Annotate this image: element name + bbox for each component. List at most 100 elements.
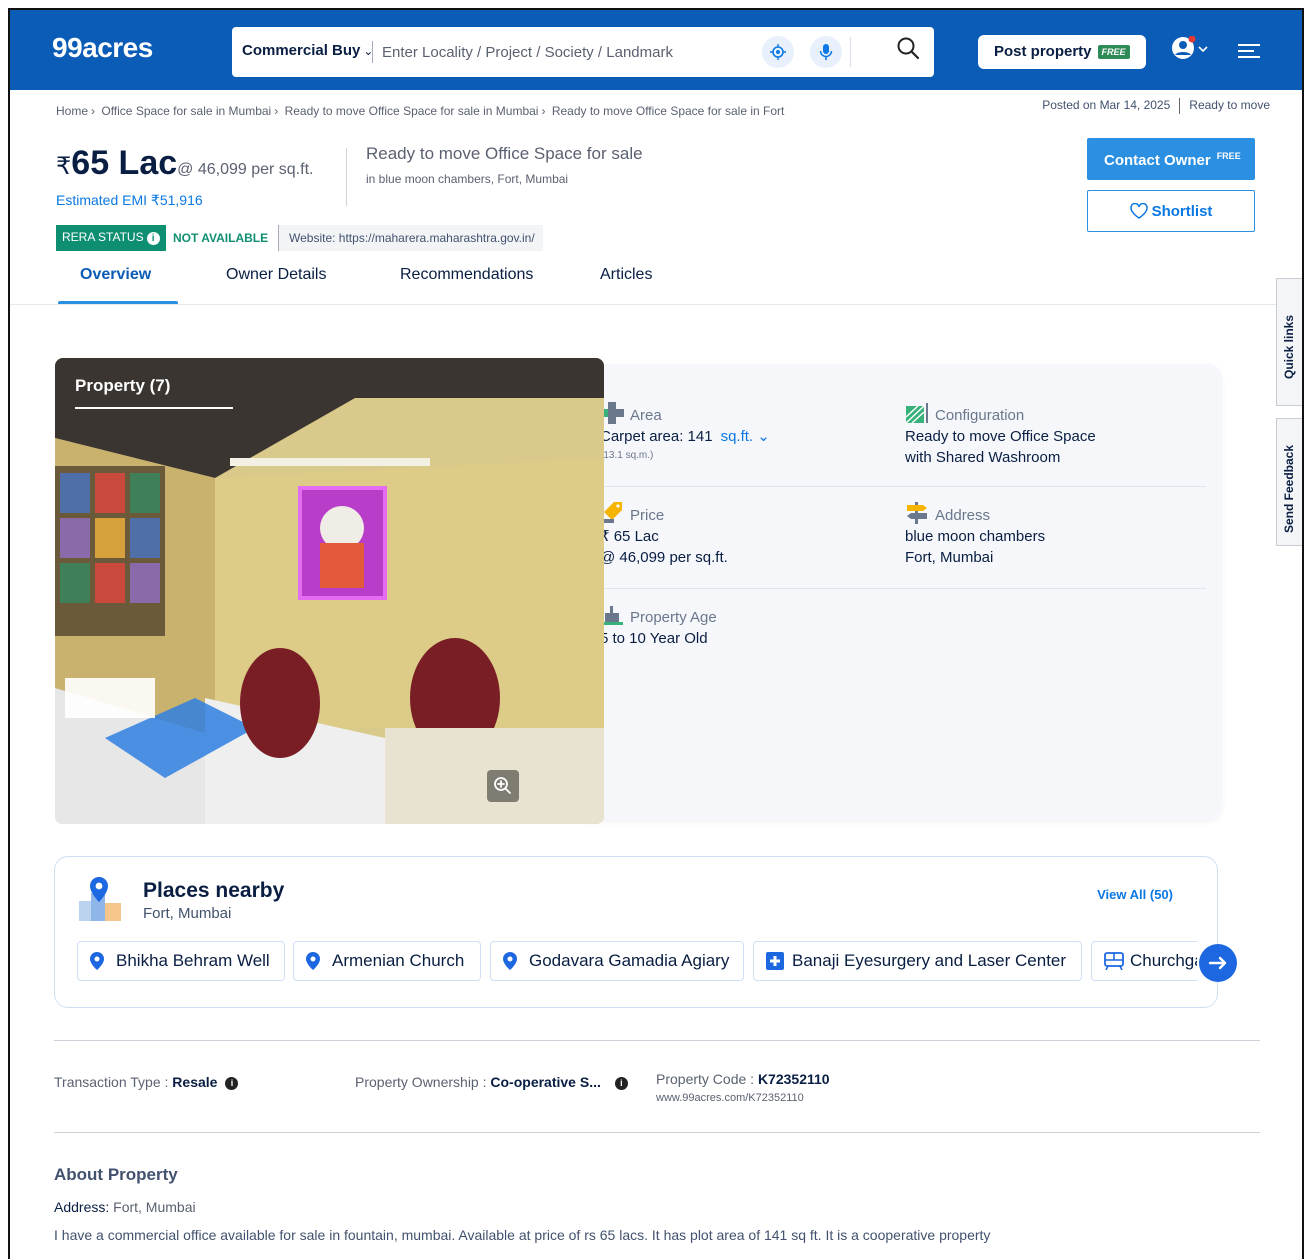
price-block: ₹65 Lac@ 46,099 per sq.ft.	[56, 144, 313, 183]
rera-website[interactable]: Website: https://maharera.maharashtra.go…	[278, 225, 543, 251]
ownership-label: Property Ownership :	[355, 1074, 491, 1090]
breadcrumb-office-mumbai[interactable]: Office Space for sale in Mumbai	[101, 104, 271, 118]
search-type-dropdown[interactable]: Commercial Buy ⌄	[242, 42, 373, 59]
contact-owner-button[interactable]: Contact Owner FREE	[1087, 138, 1255, 180]
places-nearby-title: Places nearby	[143, 879, 285, 902]
about-address: Address: Fort, Mumbai	[54, 1199, 196, 1215]
quick-links-label: Quick links	[1282, 314, 1296, 379]
price-line1: ₹ 65 Lac	[600, 528, 659, 545]
unit-dropdown[interactable]: sq.ft. ⌄	[721, 428, 770, 445]
search-type-label: Commercial Buy	[242, 42, 361, 59]
area-sqm: (13.1 sq.m.)	[600, 450, 654, 461]
about-description: I have a commercial office available for…	[54, 1227, 991, 1243]
office-photo-illustration	[55, 358, 604, 824]
transaction-label: Transaction Type :	[54, 1074, 173, 1090]
property-age-value: 5 to 10 Year Old	[600, 630, 708, 647]
property-details-card: Area Carpet area: 141 sq.ft. ⌄ (13.1 sq.m…	[570, 364, 1222, 820]
place-name: Godavara Gamadia Agiary	[529, 951, 730, 970]
place-name: Bhikha Behram Well	[116, 951, 270, 970]
place-chip[interactable]: Armenian Church	[293, 941, 481, 981]
tab-overview[interactable]: Overview	[80, 266, 151, 284]
property-code-label: Property Code :	[656, 1071, 758, 1087]
divider	[346, 148, 347, 206]
top-header: 99acres Commercial Buy⌄ Post property FRE…	[10, 10, 1302, 90]
listing-title: Ready to move Office Space for sale	[366, 144, 643, 163]
tab-recommendations[interactable]: Recommendations	[400, 266, 533, 284]
about-address-label: Address:	[54, 1199, 114, 1215]
hospital-icon	[766, 952, 784, 970]
send-feedback-tab[interactable]: Send Feedback	[1276, 418, 1302, 546]
map-pin-icon	[79, 877, 121, 921]
info-icon[interactable]: i	[225, 1077, 239, 1090]
property-code-url[interactable]: www.99acres.com/K72352110	[656, 1092, 804, 1104]
location-pin-icon	[306, 952, 320, 970]
logo[interactable]: 99acres	[52, 32, 153, 64]
property-photo[interactable]: Property (7)	[55, 358, 604, 824]
configuration-line2: with Shared Washroom	[905, 449, 1061, 466]
configuration-label: Configuration	[935, 407, 1025, 424]
place-chip[interactable]: Churchgate	[1091, 941, 1197, 981]
place-chip[interactable]: Banaji Eyesurgery and Laser Center	[753, 941, 1082, 981]
post-property-label: Post property	[994, 43, 1092, 60]
places-nearby-location: Fort, Mumbai	[143, 905, 232, 922]
places-chip-list: Bhikha Behram Well Armenian Church Godav…	[77, 941, 1197, 983]
user-account-icon[interactable]	[1170, 36, 1210, 64]
info-icon[interactable]: i	[146, 232, 160, 245]
configuration-line1: Ready to move Office Space	[905, 428, 1096, 445]
shortlist-button[interactable]: Shortlist	[1087, 190, 1255, 232]
transaction-value: Resale	[172, 1074, 218, 1090]
listing-subtitle: in blue moon chambers, Fort, Mumbai	[366, 172, 569, 186]
breadcrumb: Home › Office Space for sale in Mumbai › R…	[56, 104, 785, 118]
signpost-icon	[907, 502, 927, 524]
location-pin-icon	[90, 952, 104, 970]
train-station-icon	[1104, 952, 1124, 970]
estimated-emi-link[interactable]: Estimated EMI ₹51,916	[56, 192, 203, 209]
breadcrumb-home[interactable]: Home	[56, 104, 88, 118]
zoom-in-icon[interactable]	[487, 770, 519, 802]
place-chip[interactable]: Bhikha Behram Well	[77, 941, 285, 981]
address-line2: Fort, Mumbai	[905, 549, 994, 566]
place-name: Churchgate	[1130, 951, 1197, 970]
currency-symbol: ₹	[56, 153, 72, 180]
posted-info: Posted on Mar 14, 2025 Ready to move	[1042, 98, 1270, 114]
breadcrumb-ready-mumbai[interactable]: Ready to move Office Space for sale in M…	[285, 104, 539, 118]
divider	[372, 41, 373, 63]
next-arrow-button[interactable]	[1199, 944, 1237, 982]
price-value: 65 Lac	[71, 144, 178, 182]
transaction-type: Transaction Type : Resale i	[54, 1074, 239, 1090]
breadcrumb-ready-fort[interactable]: Ready to move Office Space for sale in F…	[552, 104, 785, 118]
location-pin-icon	[503, 952, 517, 970]
divider	[54, 1040, 1260, 1041]
locate-me-icon[interactable]	[762, 36, 794, 68]
search-input[interactable]	[382, 36, 752, 68]
photo-label-underline	[75, 407, 233, 409]
divider	[54, 1132, 1260, 1133]
send-feedback-label: Send Feedback	[1282, 444, 1296, 533]
view-all-link[interactable]: View All (50)	[1097, 887, 1173, 902]
area-value: Carpet area: 141	[600, 428, 713, 445]
about-address-value: Fort, Mumbai	[113, 1199, 196, 1215]
free-badge: FREE	[1097, 45, 1130, 60]
search-icon[interactable]	[896, 36, 920, 60]
microphone-icon[interactable]	[810, 36, 842, 68]
place-chip[interactable]: Godavara Gamadia Agiary	[490, 941, 744, 981]
heart-icon	[1129, 202, 1148, 219]
info-icon[interactable]: i	[614, 1077, 628, 1090]
divider	[10, 304, 1302, 305]
quick-links-tab[interactable]: Quick links	[1276, 278, 1302, 406]
page-frame: 99acres Commercial Buy⌄ Post property FRE…	[8, 8, 1304, 1259]
hamburger-menu-icon[interactable]	[1238, 44, 1260, 60]
tab-articles[interactable]: Articles	[600, 266, 652, 284]
price-label: Price	[630, 507, 665, 524]
place-name: Banaji Eyesurgery and Laser Center	[792, 951, 1067, 970]
possession-status: Ready to move	[1189, 98, 1270, 113]
rera-label: RERA STATUS	[62, 230, 144, 244]
posted-date: Posted on Mar 14, 2025	[1042, 98, 1171, 113]
property-age-label: Property Age	[630, 609, 717, 626]
property-code: Property Code : K72352110	[656, 1071, 830, 1087]
photo-count-label[interactable]: Property (7)	[75, 376, 170, 396]
tab-owner-details[interactable]: Owner Details	[226, 266, 326, 284]
rera-value: NOT AVAILABLE	[173, 231, 269, 245]
property-age-detail: Property Age 5 to 10 Year Old	[600, 604, 717, 649]
post-property-button[interactable]: Post property FREE	[978, 35, 1146, 69]
